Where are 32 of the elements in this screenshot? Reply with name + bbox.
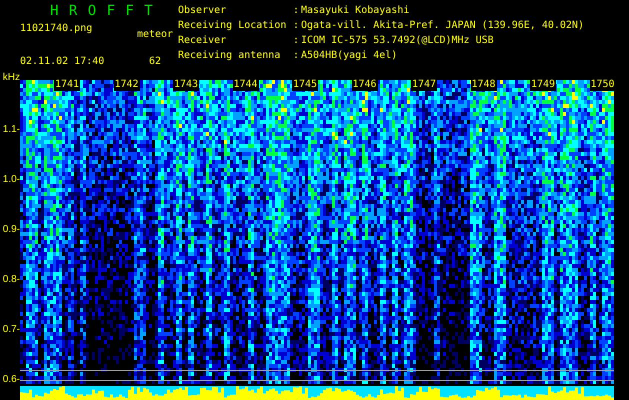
axis-tick-label: 1.0-	[2, 174, 20, 186]
timestamp: 02.11.02 17:40	[20, 56, 106, 66]
info-separator: :	[293, 4, 300, 18]
info-value: Ogata-vill. Akita-Pref. JAPAN (139.96E, 40.02N)	[301, 19, 584, 33]
time-label: 1750	[590, 78, 616, 91]
time-label: 1746	[352, 78, 378, 91]
time-label: 1745	[292, 78, 318, 91]
file-name: 11021740.png	[20, 22, 94, 34]
meteor-count: 62	[148, 56, 162, 66]
axis-tick-label: 0.8-	[2, 274, 20, 286]
axis-unit: kHz	[2, 72, 20, 84]
time-label: 1742	[114, 78, 140, 91]
info-label: Receiver	[178, 34, 228, 48]
time-label: 1749	[530, 78, 556, 91]
info-separator: :	[293, 19, 300, 33]
info-label: Observer	[178, 4, 228, 18]
info-label: Receiving Location	[178, 19, 288, 33]
info-value: A504HB(yagi 4el)	[301, 49, 398, 63]
time-label: 1743	[173, 78, 200, 91]
time-label: 1741	[54, 78, 80, 91]
axis-tick-label: 1.1-	[2, 124, 20, 136]
time-label: 1748	[470, 78, 497, 91]
info-label: Receiving antenna	[178, 49, 282, 63]
axis-tick-label: 0.9-	[2, 224, 20, 236]
info-separator: :	[293, 49, 300, 63]
time-label: 1744	[232, 78, 259, 91]
info-value: ICOM IC-575 53.7492(@LCD)MHz USB	[301, 34, 495, 48]
info-separator: :	[293, 34, 300, 48]
axis-tick-label: 0.7-	[2, 324, 20, 336]
axis-tick-label: 0.6-	[2, 374, 20, 386]
info-value: Masayuki Kobayashi	[301, 4, 410, 18]
time-label: 1747	[411, 78, 438, 91]
